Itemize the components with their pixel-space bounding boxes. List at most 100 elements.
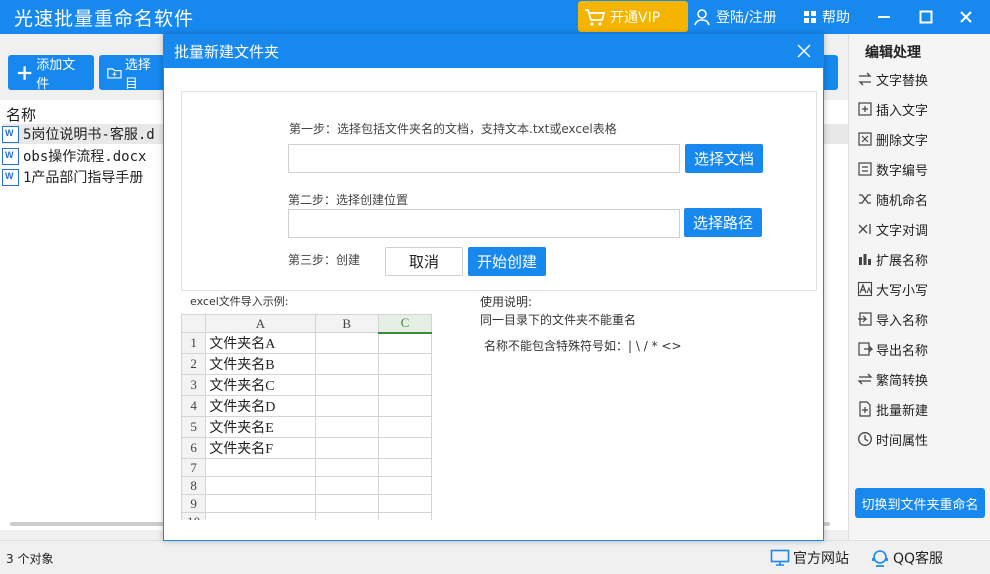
- column-header-name[interactable]: 名称: [6, 104, 36, 125]
- file-row[interactable]: W 1产品部门指导手册: [2, 167, 143, 187]
- sheet-cell: [377, 353, 432, 375]
- step3-label: 第三步：创建: [288, 253, 361, 267]
- panel-item-random[interactable]: 随机命名: [857, 186, 983, 212]
- swap-arrows-icon: [858, 72, 872, 86]
- sheet-row: 9: [181, 494, 432, 513]
- batch-new-folder-dialog: 批量新建文件夹 第一步：选择包括文件夹名的文档，支持文本.txt或excel表格…: [163, 34, 824, 541]
- official-site-label: 官方网站: [793, 551, 849, 567]
- panel-item-text-replace[interactable]: 文字替换: [857, 66, 983, 92]
- panel-item-delete-text[interactable]: 删除文字: [857, 126, 983, 152]
- sheet-cell: [377, 458, 432, 477]
- close-window-button[interactable]: [948, 0, 984, 34]
- panel-item-exchange[interactable]: 文字对调: [857, 216, 983, 242]
- sheet-row-number: 7: [181, 458, 207, 477]
- help-title: 使用说明:: [480, 295, 533, 309]
- sheet-row: 3 文件夹名C: [181, 374, 432, 396]
- sheet-cell: [314, 458, 379, 477]
- help-button[interactable]: 帮助: [802, 0, 850, 34]
- file-name: obs操作流程.docx: [23, 149, 147, 165]
- sheet-row: 2 文件夹名B: [181, 353, 432, 375]
- sheet-col-header: A: [205, 314, 316, 333]
- cancel-button[interactable]: 取消: [385, 247, 463, 276]
- plus-icon: [17, 65, 32, 80]
- document-path-input[interactable]: [288, 144, 680, 173]
- panel-item-label: 时间属性: [876, 433, 929, 449]
- close-icon: [797, 44, 811, 58]
- panel-item-label: 文字对调: [876, 223, 929, 239]
- maximize-button[interactable]: [908, 0, 944, 34]
- panel-item-case[interactable]: 大写小写: [857, 276, 983, 302]
- shuffle-icon: [859, 194, 871, 204]
- title-bar: 光速批量重命名软件 开通VIP 登陆/注册 帮助: [0, 0, 990, 34]
- dialog-close-button[interactable]: [795, 42, 813, 60]
- switch-folder-rename-button[interactable]: 切换到文件夹重命名: [855, 488, 985, 518]
- dialog-steps-panel: 第一步：选择包括文件夹名的文档，支持文本.txt或excel表格 选择文档 第二…: [181, 91, 817, 291]
- sheet-row-number: 2: [181, 353, 207, 375]
- panel-item-label: 数字编号: [876, 163, 929, 179]
- delete-text-icon: [858, 132, 872, 146]
- panel-item-label: 繁简转换: [876, 373, 929, 389]
- sheet-row-number: 4: [181, 395, 207, 417]
- select-dir-label: 选择目: [124, 57, 151, 92]
- panel-item-extension[interactable]: 扩展名称: [857, 246, 983, 272]
- panel-item-insert-text[interactable]: 插入文字: [857, 96, 983, 122]
- sheet-cell: [314, 476, 379, 495]
- sheet-corner: [181, 314, 207, 333]
- vip-button[interactable]: 开通VIP: [578, 1, 688, 32]
- select-path-button[interactable]: 选择路径: [684, 208, 762, 237]
- panel-item-convert[interactable]: 繁简转换: [857, 366, 983, 392]
- sheet-cell: [205, 476, 316, 495]
- panel-item-export[interactable]: 导出名称: [857, 336, 983, 362]
- status-bar: 3 个对象 官方网站 QQ客服: [0, 540, 990, 574]
- panel-item-number[interactable]: 数字编号: [857, 156, 983, 182]
- panel-item-import[interactable]: 导入名称: [857, 306, 983, 332]
- extension-icon: [859, 254, 871, 265]
- qq-service-link[interactable]: QQ客服: [870, 548, 943, 568]
- user-icon: [694, 9, 710, 26]
- insert-text-icon: [858, 102, 872, 116]
- dialog-title: 批量新建文件夹: [174, 43, 280, 61]
- start-create-button[interactable]: 开始创建: [468, 247, 546, 276]
- excel-example-label: excel文件导入示例:: [190, 295, 289, 308]
- file-name: 5岗位说明书-客服.d: [23, 127, 155, 143]
- panel-item-time[interactable]: 时间属性: [857, 426, 983, 452]
- add-file-label: 添加文件: [36, 57, 76, 92]
- sheet-cell: [314, 353, 379, 375]
- sheet-cell: [377, 476, 432, 495]
- panel-title: 编辑处理: [865, 45, 921, 61]
- sheet-cell: [314, 416, 379, 438]
- headset-icon: [872, 550, 888, 567]
- case-icon: [857, 281, 873, 297]
- add-file-button[interactable]: 添加文件: [8, 55, 94, 92]
- panel-item-label: 文字替换: [876, 73, 929, 89]
- sheet-row: 10: [181, 512, 432, 520]
- folder-icon: [107, 67, 122, 79]
- sheet-cell: [377, 512, 432, 520]
- location-path-input[interactable]: [288, 209, 680, 238]
- maximize-icon: [919, 10, 933, 24]
- file-row[interactable]: W obs操作流程.docx: [2, 146, 146, 166]
- file-name: 1产品部门指导手册: [23, 170, 144, 186]
- sheet-row-number: 5: [181, 416, 207, 438]
- export-icon: [858, 342, 873, 356]
- select-dir-button[interactable]: 选择目: [99, 55, 165, 92]
- panel-item-label: 删除文字: [876, 133, 929, 149]
- sheet-row: 1 文件夹名A: [181, 332, 432, 354]
- panel-item-label: 插入文字: [876, 103, 929, 119]
- login-button[interactable]: 登陆/注册: [692, 0, 777, 34]
- official-site-link[interactable]: 官方网站: [770, 548, 849, 568]
- word-doc-icon: W: [2, 125, 19, 143]
- qq-service-label: QQ客服: [893, 551, 944, 567]
- sheet-cell: [314, 374, 379, 396]
- sheet-cell: [314, 494, 379, 513]
- vip-label: 开通VIP: [610, 9, 661, 26]
- sheet-cell: [314, 332, 379, 354]
- word-doc-icon: W: [2, 168, 19, 186]
- minimize-button[interactable]: [866, 0, 902, 34]
- help-line-2: 名称不能包含特殊符号如：| \ / * <>: [484, 339, 682, 353]
- help-label: 帮助: [822, 10, 850, 26]
- select-document-button[interactable]: 选择文档: [685, 144, 763, 173]
- panel-item-batch-new[interactable]: 批量新建: [857, 396, 983, 422]
- sheet-row-number: 9: [181, 494, 207, 513]
- dialog-header: 批量新建文件夹: [164, 35, 823, 68]
